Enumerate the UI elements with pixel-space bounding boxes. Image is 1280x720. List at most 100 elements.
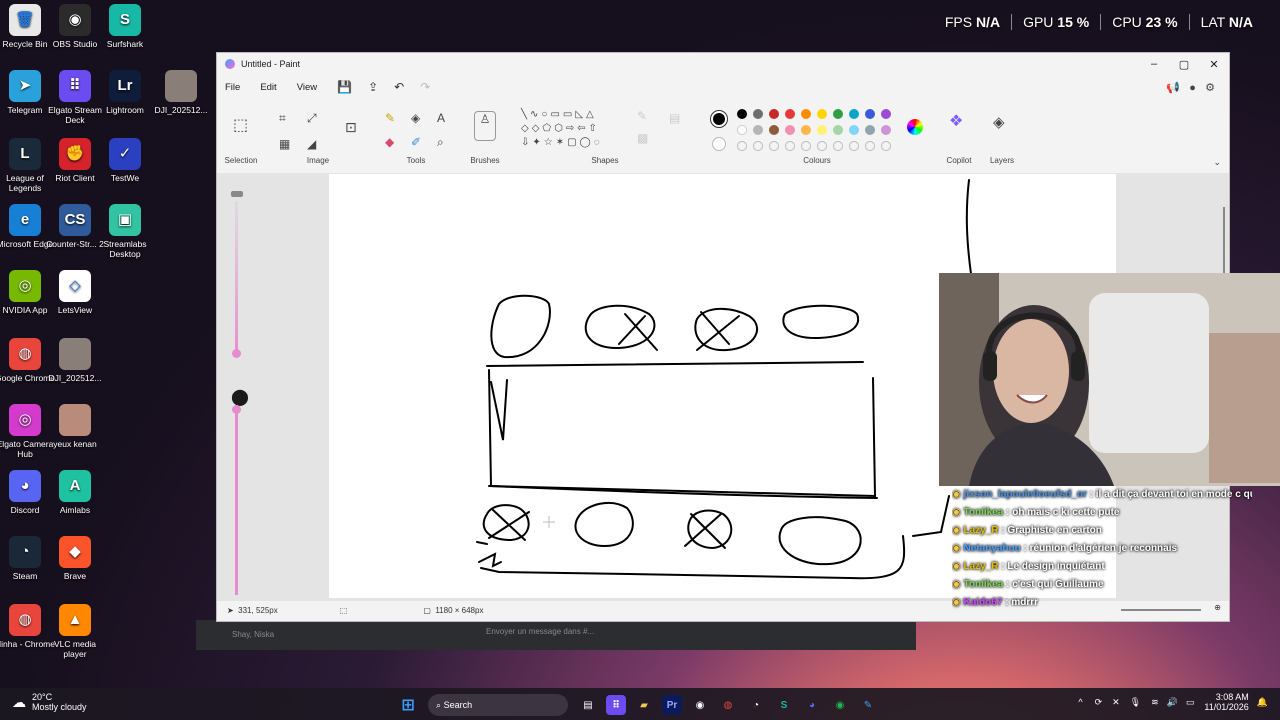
pencil-icon[interactable]: ✎ bbox=[385, 111, 395, 125]
clock[interactable]: 3:08 AM 11/01/2026 bbox=[1204, 692, 1248, 712]
eraser-icon[interactable]: ◆ bbox=[385, 135, 394, 149]
desktop-icon-lightroom[interactable]: Lr Lightroom bbox=[94, 70, 156, 115]
empty-custom-swatch[interactable] bbox=[865, 141, 875, 151]
shape-style-icon[interactable]: ▤ bbox=[669, 111, 680, 125]
undo-icon[interactable]: ↶ bbox=[394, 80, 404, 94]
empty-custom-swatch[interactable] bbox=[817, 141, 827, 151]
wifi-icon[interactable]: ≋ bbox=[1151, 697, 1159, 708]
palette-swatch[interactable] bbox=[865, 109, 875, 119]
obs-taskbar-icon[interactable]: ◉ bbox=[690, 695, 710, 715]
palette-swatch[interactable] bbox=[785, 109, 795, 119]
desktop-icon-streamlabs-desktop[interactable]: ▣ Streamlabs Desktop bbox=[94, 204, 156, 259]
empty-custom-swatch[interactable] bbox=[881, 141, 891, 151]
desktop-icon-yeux-kenan[interactable]: yeux kenan bbox=[44, 404, 106, 449]
palette-swatch[interactable] bbox=[769, 125, 779, 135]
account-icon[interactable]: ● bbox=[1189, 82, 1196, 94]
notification-bell-icon[interactable]: 🔔 bbox=[1257, 697, 1268, 708]
desktop-icon-letsview[interactable]: ◇ LetsView bbox=[44, 270, 106, 315]
battery-icon[interactable]: ▭ bbox=[1186, 697, 1195, 708]
copilot-icon[interactable]: ❖ bbox=[949, 111, 963, 131]
palette-swatch[interactable] bbox=[849, 109, 859, 119]
desktop-icon-surfshark[interactable]: S Surfshark bbox=[94, 4, 156, 49]
empty-custom-swatch[interactable] bbox=[849, 141, 859, 151]
empty-custom-swatch[interactable] bbox=[753, 141, 763, 151]
empty-custom-swatch[interactable] bbox=[737, 141, 747, 151]
feedback-icon[interactable]: 📢 bbox=[1166, 82, 1180, 94]
paint-taskbar-icon[interactable]: ✎ bbox=[858, 695, 878, 715]
palette-swatch[interactable] bbox=[753, 109, 763, 119]
taskbar-stream-deck-icon[interactable]: ⠿ bbox=[606, 695, 626, 715]
chrome-taskbar-icon[interactable]: ◍ bbox=[718, 695, 738, 715]
maximize-button[interactable]: ▢ bbox=[1169, 58, 1199, 71]
fill-icon[interactable]: ◈ bbox=[411, 111, 420, 125]
primary-colour[interactable] bbox=[711, 111, 727, 127]
text-icon[interactable]: A bbox=[437, 111, 445, 125]
tray-app-icon[interactable]: ⟳ bbox=[1095, 697, 1103, 708]
menu-file[interactable]: File bbox=[225, 82, 240, 93]
resize-icon[interactable]: ⤢ bbox=[307, 111, 317, 126]
tray-chevron-icon[interactable]: ^ bbox=[1078, 697, 1082, 707]
empty-custom-swatch[interactable] bbox=[785, 141, 795, 151]
mic-icon[interactable]: 🎙 bbox=[1130, 697, 1141, 708]
task-view-icon[interactable]: ▤ bbox=[578, 695, 598, 715]
premiere-icon[interactable]: Pr bbox=[662, 695, 682, 715]
settings-icon[interactable]: ⚙ bbox=[1205, 82, 1215, 94]
desktop-icon-aimlabs[interactable]: A Aimlabs bbox=[44, 470, 106, 515]
palette-swatch[interactable] bbox=[817, 109, 827, 119]
steam-taskbar-icon[interactable]: ◔ bbox=[746, 695, 766, 715]
crop-icon[interactable]: ⌗ bbox=[279, 111, 286, 126]
redo-icon[interactable]: ↷ bbox=[420, 80, 430, 94]
layers-icon[interactable]: ◈ bbox=[993, 113, 1005, 131]
palette-swatch[interactable] bbox=[737, 109, 747, 119]
rotate-icon[interactable]: ▦ bbox=[279, 137, 290, 151]
edit-colours-icon[interactable] bbox=[907, 119, 923, 135]
close-button[interactable]: ✕ bbox=[1199, 58, 1229, 71]
palette-swatch[interactable] bbox=[833, 125, 843, 135]
desktop-icon-dji-202512[interactable]: DJI_202512... bbox=[44, 338, 106, 383]
shape-fill-icon[interactable]: ▩ bbox=[637, 131, 648, 145]
empty-custom-swatch[interactable] bbox=[833, 141, 843, 151]
magnifier-icon[interactable]: ⌕ bbox=[437, 135, 444, 150]
desktop-icon-vlc-media-player[interactable]: ▲ VLC media player bbox=[44, 604, 106, 659]
palette-swatch[interactable] bbox=[881, 109, 891, 119]
image-select-icon[interactable]: ⊡ bbox=[345, 119, 357, 136]
shapes-row-3-icon[interactable]: ⇩✦☆✶▢◯◌ bbox=[521, 137, 603, 148]
opacity-thumb[interactable] bbox=[232, 405, 241, 414]
empty-custom-swatch[interactable] bbox=[769, 141, 779, 151]
taskbar-search[interactable]: ⌕ Search bbox=[428, 694, 568, 716]
palette-swatch[interactable] bbox=[801, 125, 811, 135]
surfshark-taskbar-icon[interactable]: S bbox=[774, 695, 794, 715]
save-icon[interactable]: 💾 bbox=[337, 80, 352, 94]
volume-icon[interactable]: 🔊 bbox=[1167, 697, 1178, 708]
palette-swatch[interactable] bbox=[801, 109, 811, 119]
size-thumb[interactable] bbox=[232, 349, 241, 358]
minimize-button[interactable]: – bbox=[1139, 58, 1169, 71]
palette-swatch[interactable] bbox=[817, 125, 827, 135]
brush-size-slider[interactable]: ⬤ bbox=[231, 191, 249, 595]
weather-widget[interactable]: ☁ 20°C Mostly cloudy bbox=[12, 692, 87, 712]
start-windows-icon[interactable]: ⊞ bbox=[398, 695, 418, 715]
discord-taskbar-icon[interactable]: ◕ bbox=[802, 695, 822, 715]
palette-swatch[interactable] bbox=[865, 125, 875, 135]
discord-message-input[interactable]: Envoyer un message dans #... bbox=[486, 627, 594, 636]
color-picker-icon[interactable]: ✐ bbox=[411, 135, 421, 149]
slider-top-handle[interactable] bbox=[231, 191, 243, 197]
palette-swatch[interactable] bbox=[833, 109, 843, 119]
desktop-icon-dji-202512[interactable]: DJI_202512... bbox=[150, 70, 212, 115]
file-explorer-icon[interactable]: ▰ bbox=[634, 695, 654, 715]
palette-swatch[interactable] bbox=[785, 125, 795, 135]
outline-icon[interactable]: ✎ bbox=[637, 109, 647, 123]
ribbon-collapse-icon[interactable]: ⌄ bbox=[1213, 157, 1221, 168]
palette-swatch[interactable] bbox=[769, 109, 779, 119]
desktop-icon-testwe[interactable]: ✓ TestWe bbox=[94, 138, 156, 183]
selection-tool-icon[interactable]: ⬚ bbox=[233, 115, 248, 135]
brush-icon[interactable]: ♙ bbox=[474, 111, 496, 141]
flip-icon[interactable]: ◢ bbox=[307, 137, 316, 151]
menu-edit[interactable]: Edit bbox=[260, 82, 276, 93]
palette-swatch[interactable] bbox=[881, 125, 891, 135]
desktop-icon-brave[interactable]: ◆ Brave bbox=[44, 536, 106, 581]
menu-view[interactable]: View bbox=[297, 82, 317, 93]
secondary-colour[interactable] bbox=[712, 137, 726, 151]
tray-mute-icon[interactable]: ✕ bbox=[1112, 697, 1120, 708]
spotify-taskbar-icon[interactable]: ◉ bbox=[830, 695, 850, 715]
